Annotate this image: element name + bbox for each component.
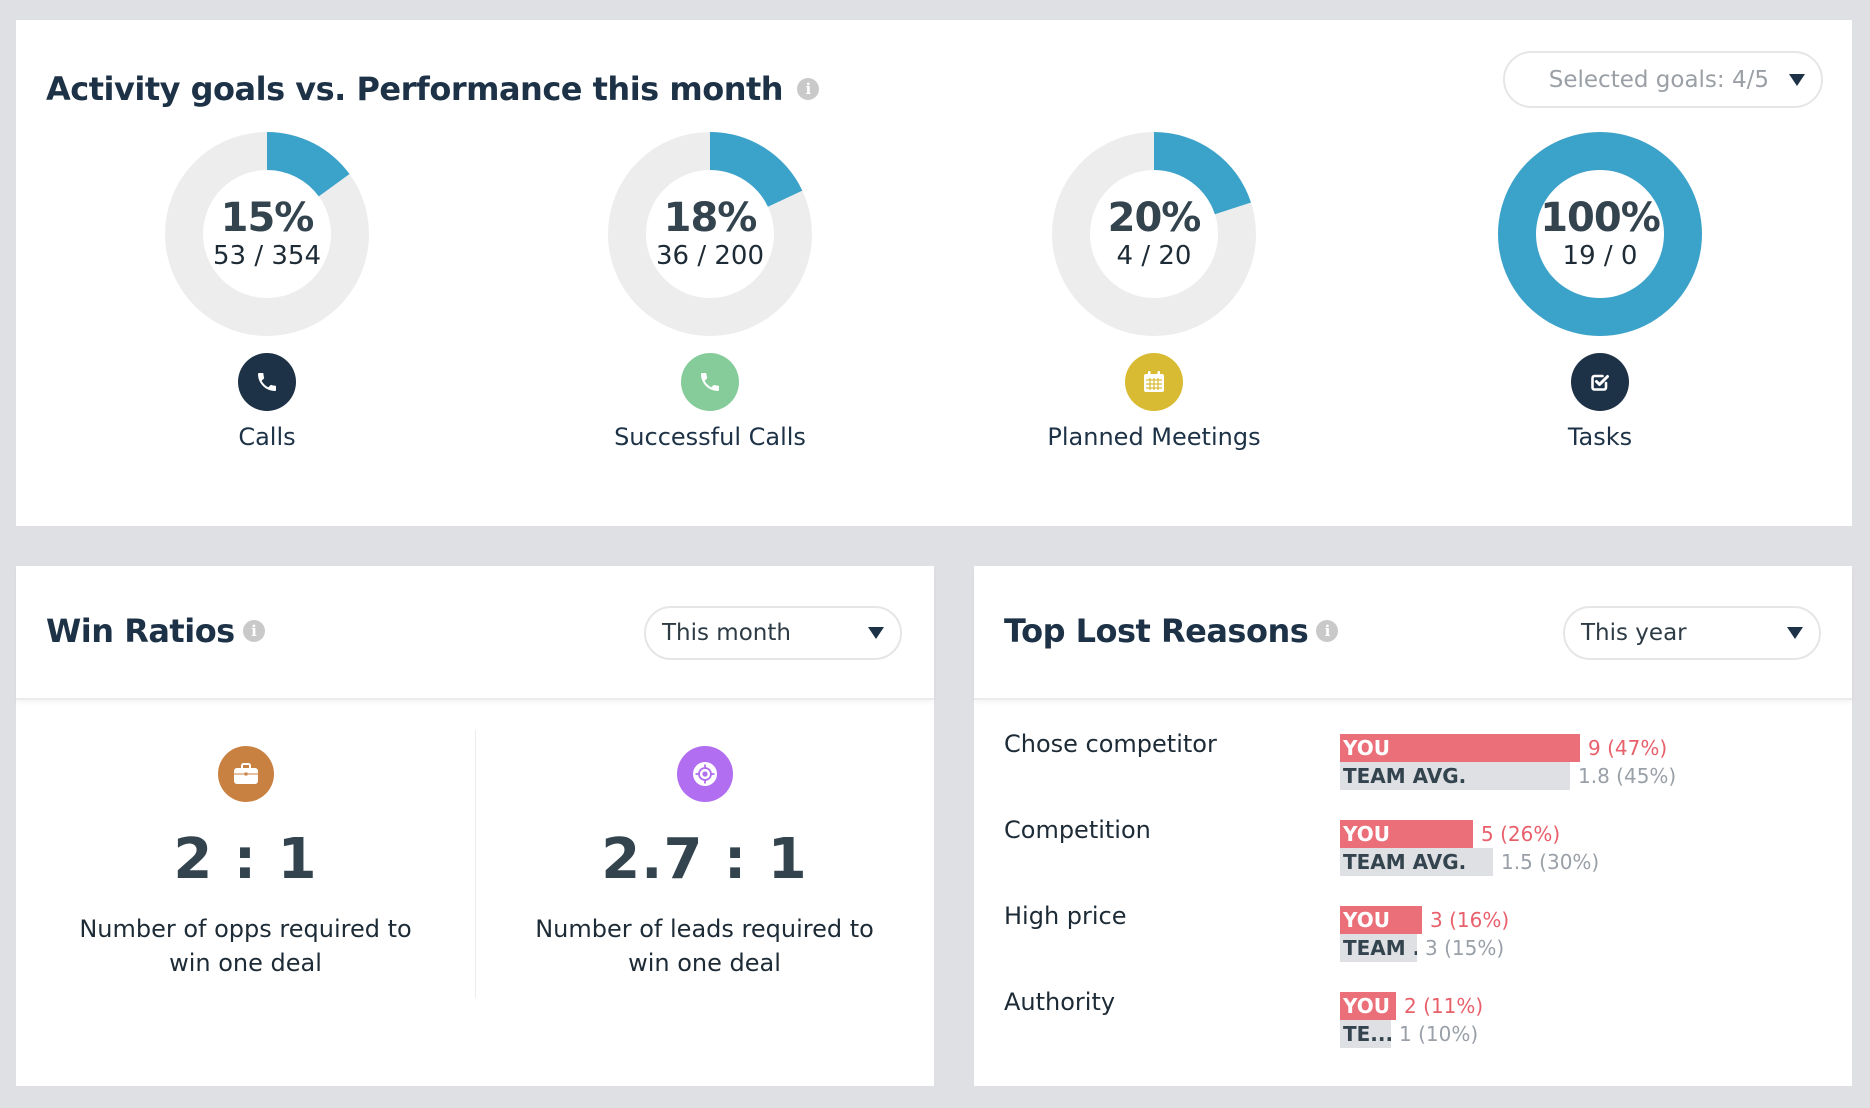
team-bar-line: TEAM ... 3 (15%) — [1340, 934, 1504, 962]
goal-planned-meetings[interactable]: 20% 4 / 20 Planned Meetings — [1004, 132, 1304, 451]
team-avg-bar: TEAM ... — [1340, 934, 1417, 962]
info-icon[interactable]: i — [797, 78, 820, 100]
goal-label: Tasks — [1567, 423, 1633, 451]
team-avg-bar: TE... — [1340, 1020, 1391, 1048]
you-bar: YOU — [1340, 906, 1422, 934]
selected-goals-dropdown[interactable]: Selected goals: 4/5 — [1503, 51, 1823, 108]
win-ratios-header: Win Ratios i This month — [16, 566, 934, 700]
opps-ratio-value: 2 : 1 — [173, 827, 318, 892]
caret-down-icon — [1789, 73, 1805, 86]
goal-percent: 100% — [1540, 195, 1661, 241]
lost-reason-label: Authority — [1004, 988, 1116, 1016]
goal-calls[interactable]: 15% 53 / 354 Calls — [117, 132, 417, 451]
lost-reason-row: High price YOU 3 (16%) TEAM ... 3 (15%) — [1004, 902, 1822, 988]
top-lost-reasons-panel: Top Lost Reasons i This year Chose compe… — [974, 566, 1852, 1086]
goal-ratio: 4 / 20 — [1116, 241, 1192, 271]
team-avg-value: 1 (10%) — [1399, 1022, 1479, 1046]
leads-ratio-description: Number of leads required to win one deal — [535, 915, 874, 977]
lost-reason-row: Competition YOU 5 (26%) TEAM AVG. 1.5 (30%) — [1004, 816, 1822, 902]
goal-percent: 15% — [220, 195, 315, 241]
goal-label: Calls — [238, 423, 296, 451]
lost-reason-label: High price — [1004, 902, 1127, 930]
goal-label: Planned Meetings — [1047, 423, 1261, 451]
caret-down-icon — [1787, 627, 1803, 639]
you-value: 3 (16%) — [1430, 908, 1510, 932]
info-icon[interactable]: i — [1316, 620, 1339, 642]
goal-ratio: 36 / 200 — [656, 241, 764, 271]
team-avg-bar: TEAM AVG. — [1340, 762, 1570, 790]
team-bar-line: TEAM AVG. 1.5 (30%) — [1340, 848, 1599, 876]
goal-tasks[interactable]: 100% 19 / 0 Tasks — [1450, 132, 1750, 451]
team-bar-line: TE... 1 (10%) — [1340, 1020, 1478, 1048]
you-bar-line: YOU 5 (26%) — [1340, 820, 1560, 848]
phone-icon — [238, 353, 296, 411]
activity-goals-title-text: Activity goals vs. Performance this mont… — [46, 70, 784, 108]
lost-reason-label: Chose competitor — [1004, 730, 1217, 758]
goal-ratio: 53 / 354 — [213, 241, 321, 271]
win-ratios-panel: Win Ratios i This month 2 : 1 Number of … — [16, 566, 934, 1086]
you-value: 5 (26%) — [1481, 822, 1561, 846]
lost-reason-row: Authority YOU 2 (11%) TE... 1 (10%) — [1004, 988, 1822, 1074]
checkbox-icon — [1571, 353, 1629, 411]
activity-goals-panel: Activity goals vs. Performance this mont… — [16, 20, 1852, 526]
info-icon[interactable]: i — [242, 620, 265, 642]
team-avg-value: 1.5 (30%) — [1501, 850, 1600, 874]
briefcase-icon — [217, 746, 274, 802]
opps-ratio-description: Number of opps required to win one deal — [79, 915, 412, 977]
team-avg-value: 1.8 (45%) — [1578, 764, 1677, 788]
goal-percent: 20% — [1107, 195, 1202, 241]
goal-label: Successful Calls — [614, 423, 806, 451]
you-value: 2 (11%) — [1404, 994, 1484, 1018]
you-bar: YOU — [1340, 992, 1396, 1020]
goal-ratio: 19 / 0 — [1562, 241, 1638, 271]
win-ratio-opps: 2 : 1 Number of opps required to win one… — [16, 746, 475, 980]
top-lost-reasons-title: Top Lost Reasons i — [1004, 606, 1339, 656]
win-ratio-leads: 2.7 : 1 Number of leads required to win … — [475, 746, 934, 980]
top-lost-reasons-title-text: Top Lost Reasons — [1004, 612, 1309, 650]
leads-ratio-value: 2.7 : 1 — [601, 827, 808, 892]
win-ratios-title-text: Win Ratios — [46, 612, 235, 650]
you-bar: YOU — [1340, 820, 1473, 848]
lost-reason-label: Competition — [1004, 816, 1151, 844]
you-value: 9 (47%) — [1588, 736, 1668, 760]
win-ratios-period-dropdown[interactable]: This month — [644, 606, 902, 660]
you-bar-line: YOU 3 (16%) — [1340, 906, 1509, 934]
target-icon — [676, 746, 733, 802]
team-avg-bar: TEAM AVG. — [1340, 848, 1493, 876]
you-bar-line: YOU 9 (47%) — [1340, 734, 1667, 762]
activity-goals-title: Activity goals vs. Performance this mont… — [46, 64, 820, 114]
selected-goals-label: Selected goals: 4/5 — [1548, 66, 1769, 93]
lost-reasons-period-label: This year — [1581, 620, 1687, 646]
phone-icon — [681, 353, 739, 411]
you-bar-line: YOU 2 (11%) — [1340, 992, 1483, 1020]
lost-reasons-period-dropdown[interactable]: This year — [1563, 606, 1821, 660]
lost-reason-row: Chose competitor YOU 9 (47%) TEAM AVG. 1.8 (… — [1004, 730, 1822, 816]
win-ratios-period-label: This month — [662, 620, 791, 646]
goal-percent: 18% — [663, 195, 758, 241]
goal-successful-calls[interactable]: 18% 36 / 200 Successful Calls — [560, 132, 860, 451]
you-bar: YOU — [1340, 734, 1580, 762]
top-lost-reasons-header: Top Lost Reasons i This year — [974, 566, 1852, 700]
win-ratios-title: Win Ratios i — [46, 606, 265, 656]
team-bar-line: TEAM AVG. 1.8 (45%) — [1340, 762, 1676, 790]
caret-down-icon — [868, 627, 884, 639]
team-avg-value: 3 (15%) — [1425, 936, 1505, 960]
calendar-icon — [1125, 353, 1183, 411]
